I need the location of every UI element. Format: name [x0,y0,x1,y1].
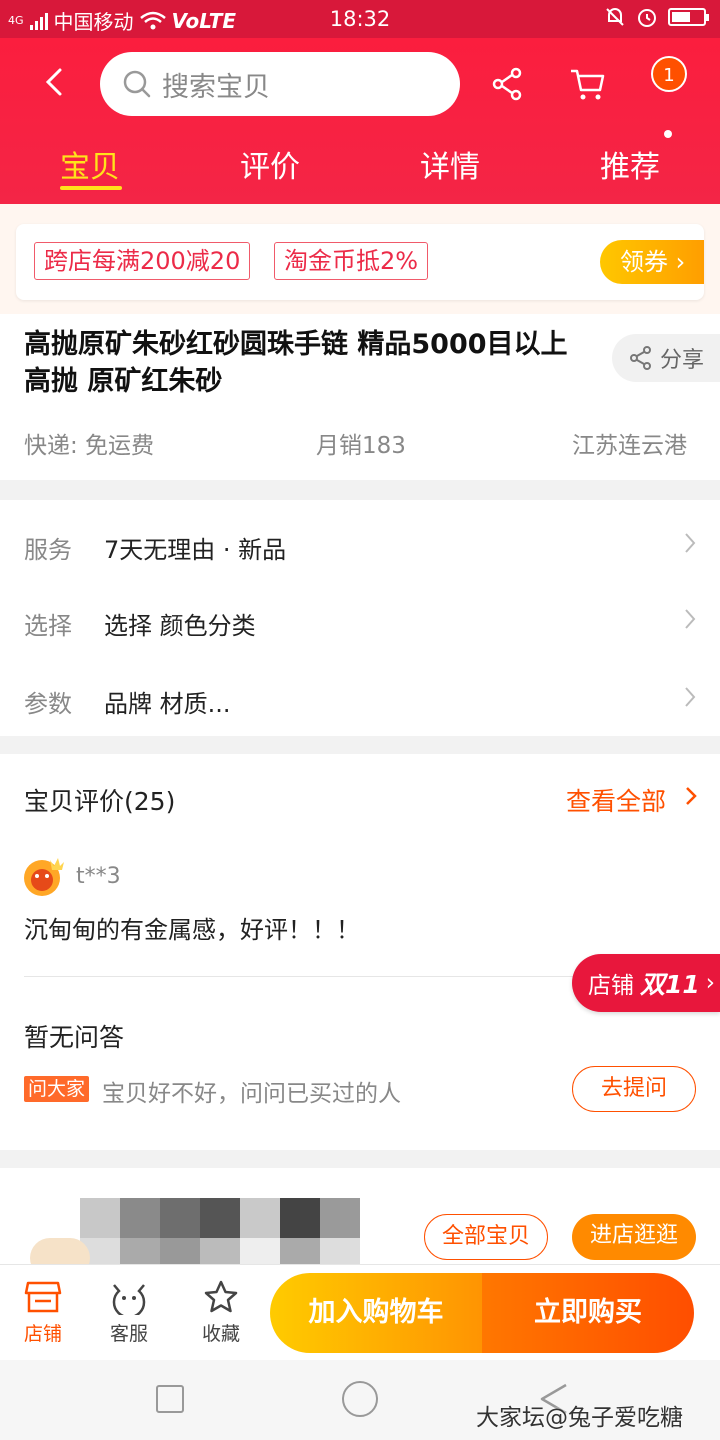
alarm-icon [638,9,656,27]
service-label: 服务 [24,536,72,564]
tab-active-indicator [60,186,122,190]
enter-shop-button[interactable]: 进店逛逛 [572,1214,696,1260]
review-section: 宝贝评价(25) 查看全部 t**3 沉甸甸的有金属感，好评！！！ 暂无问答 问… [0,754,720,1150]
monthly-sales: 月销183 [316,433,406,459]
shipping-info: 快递: 免运费 [24,433,155,459]
cart-icon[interactable] [568,64,608,104]
ship-location: 江苏连云港 [572,433,687,459]
avatar [24,858,64,896]
share-button[interactable]: 分享 [612,334,720,382]
more-icon[interactable] [664,130,672,138]
buy-now-button[interactable]: 立即购买 [482,1273,694,1353]
product-title: 高抛原矿朱砂红砂圆珠手链 精品5000目以上高抛 原矿红朱砂 [24,329,568,397]
system-nav-bar: 大家坛@兔子爱吃糖 [0,1360,720,1440]
ask-hint: 宝贝好不好，问问已买过的人 [102,1081,401,1107]
battery-icon [668,8,709,26]
chevron-right-icon: › [675,248,686,276]
double11-promo-button[interactable]: 店铺 双11 › [572,954,720,1012]
review-title: 宝贝评价(25) [24,787,176,816]
header: 搜索宝贝 1 宝贝 评价 详情 推荐 [0,38,720,204]
share-icon [630,346,651,370]
promo-label: 店铺 [588,973,634,999]
coupon-tag: 跨店每满200减20 [34,242,251,280]
service-row[interactable]: 服务 7天无理由 · 新品 [0,504,720,582]
recent-apps-icon[interactable] [156,1385,184,1413]
params-value: 品牌 材质... [104,690,231,718]
status-bar: 4G 中国移动 VoLTE 18:32 [0,0,720,38]
home-icon[interactable] [342,1381,378,1417]
params-label: 参数 [24,690,72,718]
store-icon [24,1281,62,1313]
review-text: 沉甸甸的有金属感，好评！！！ [24,916,360,944]
reviewer-name: t**3 [76,864,121,889]
ask-everyone-tag: 问大家 [24,1076,90,1102]
cart-badge: 1 [651,56,687,92]
params-row[interactable]: 参数 品牌 材质... [0,658,720,736]
bottom-action-bar: 店铺 客服 收藏 加入购物车 立即购买 [0,1264,720,1360]
share-icon[interactable] [488,64,528,104]
qa-title: 暂无问答 [24,1023,125,1052]
favorite-label: 收藏 [201,1323,240,1345]
star-icon [204,1280,238,1313]
tab-reviews[interactable]: 评价 [200,142,340,186]
chevron-right-icon [685,687,696,707]
get-coupon-button[interactable]: 领券 › [600,240,704,284]
back-icon[interactable] [36,62,76,102]
store-button[interactable]: 店铺 [8,1279,78,1346]
customer-service-icon [112,1284,146,1315]
tab-bar: 宝贝 评价 详情 推荐 [0,138,720,198]
search-placeholder: 搜索宝贝 [162,71,270,103]
shop-section: 全部宝贝 进店逛逛 [0,1168,720,1278]
get-coupon-label: 领券 [620,248,668,276]
customer-service-button[interactable]: 客服 [94,1279,164,1346]
chevron-right-icon[interactable] [682,784,700,808]
service-section: 服务 7天无理由 · 新品 选择 选择 颜色分类 参数 品牌 材质... [0,500,720,736]
service-value: 7天无理由 · 新品 [104,536,287,564]
search-icon [123,70,151,98]
product-title-section: 高抛原矿朱砂红砂圆珠手链 精品5000目以上高抛 原矿红朱砂 分享 快递: 免运… [0,314,720,480]
select-row[interactable]: 选择 选择 颜色分类 [0,580,720,658]
coupon-tag: 淘金币抵2% [274,242,429,280]
mute-icon [606,8,624,26]
chevron-right-icon [685,533,696,553]
select-label: 选择 [24,612,72,640]
tab-details[interactable]: 详情 [380,142,520,186]
all-items-button[interactable]: 全部宝贝 [424,1214,548,1260]
tab-recommend[interactable]: 推荐 [560,142,700,186]
customer-service-label: 客服 [109,1323,148,1345]
chevron-right-icon: › [705,970,715,996]
coupon-card[interactable]: 跨店每满200减20 淘金币抵2% 领券 › [16,224,704,300]
double11-logo: 双11 [640,970,700,999]
select-value: 选择 颜色分类 [104,612,256,640]
see-all-link[interactable]: 查看全部 [566,782,666,818]
search-input[interactable]: 搜索宝贝 [100,52,460,116]
share-label: 分享 [660,348,705,373]
store-label: 店铺 [23,1323,62,1345]
watermark: 大家坛@兔子爱吃糖 [476,1405,683,1431]
ask-question-button[interactable]: 去提问 [572,1066,696,1112]
add-to-cart-button[interactable]: 加入购物车 [270,1273,482,1353]
tab-item[interactable]: 宝贝 [20,142,160,186]
coupon-section: 跨店每满200减20 淘金币抵2% 领券 › [0,204,720,314]
favorite-button[interactable]: 收藏 [186,1279,256,1346]
chevron-right-icon [685,609,696,629]
